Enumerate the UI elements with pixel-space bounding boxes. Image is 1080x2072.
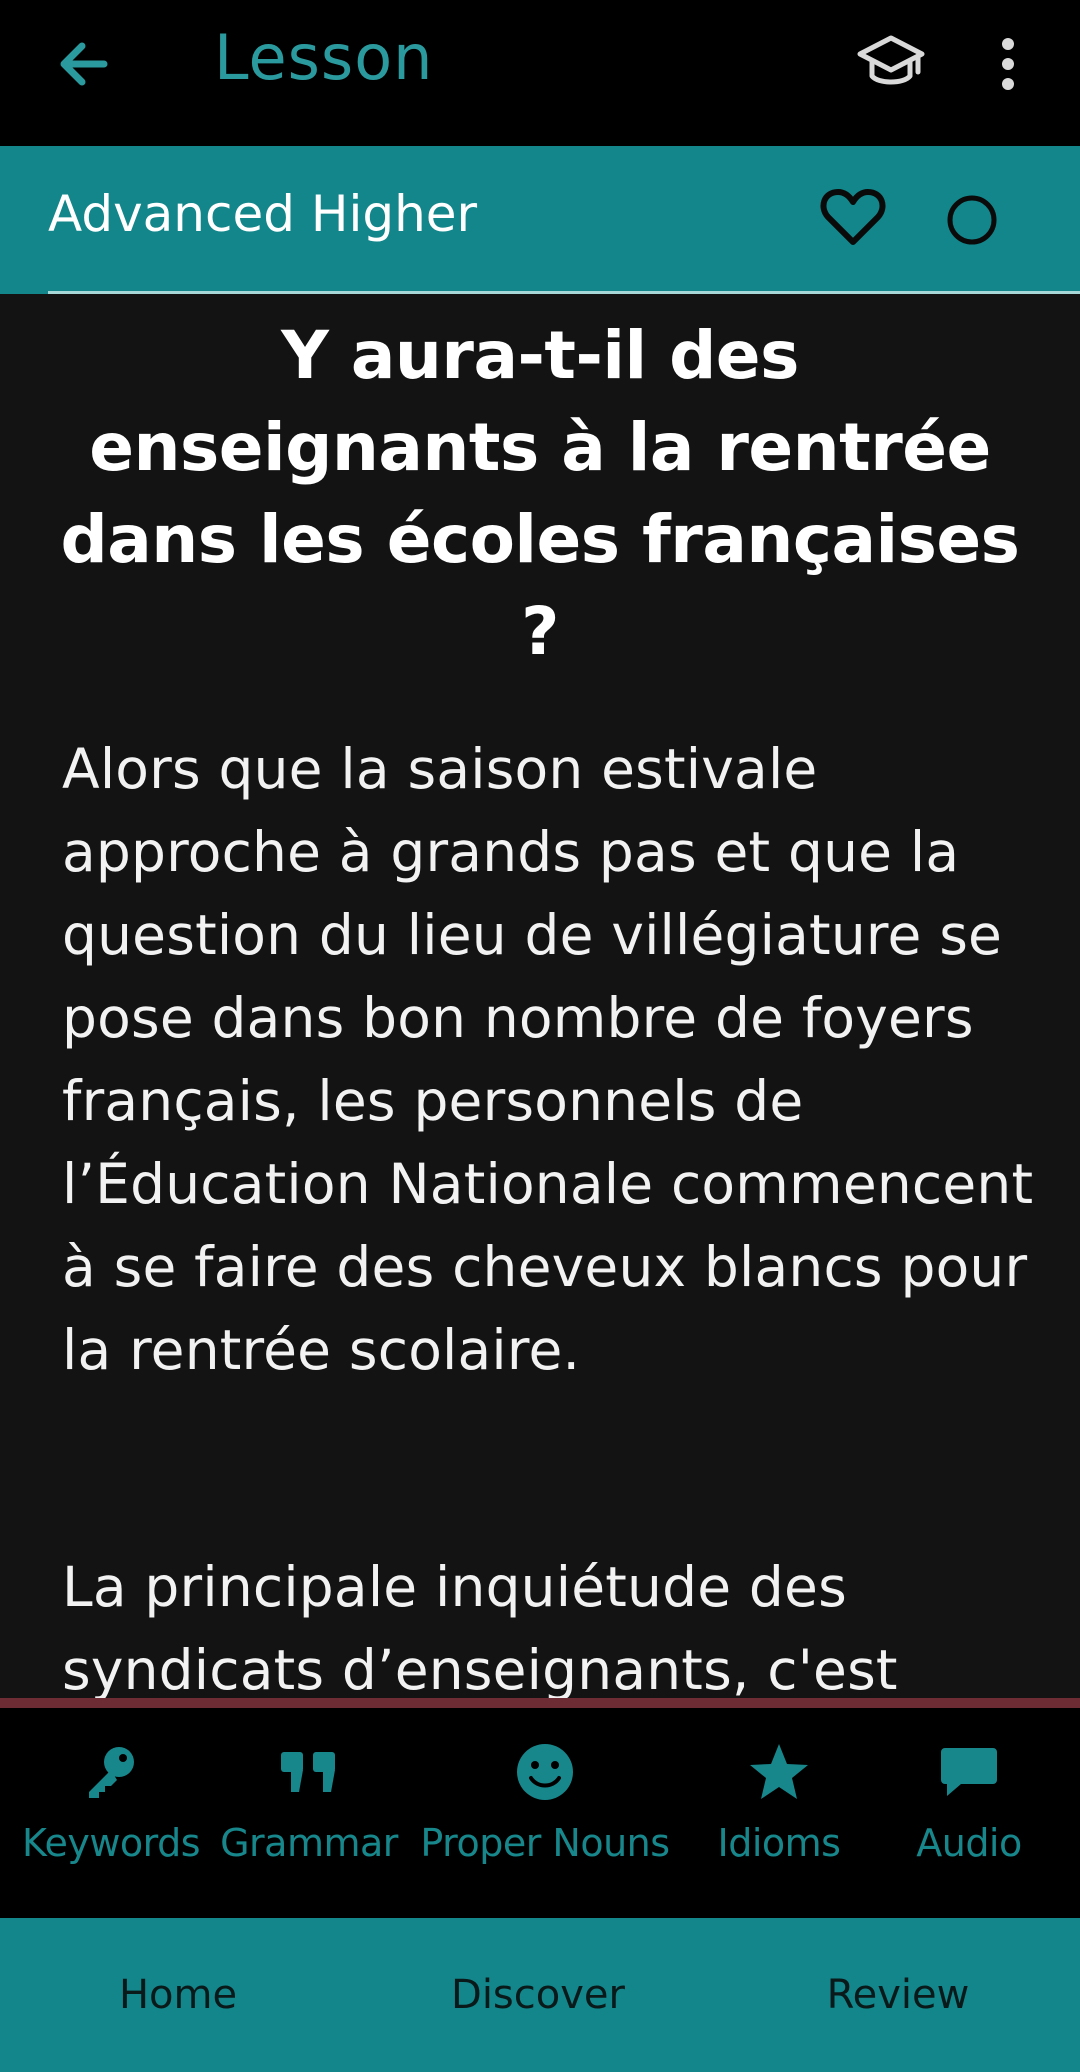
tool-label: Idioms	[717, 1821, 841, 1865]
key-icon	[89, 1747, 134, 1798]
chat-bubble-icon	[941, 1748, 997, 1796]
circle-icon[interactable]	[946, 194, 998, 246]
lesson-tools-bar: Keywords Grammar Proper Nouns Idioms Aud…	[0, 1708, 1080, 1918]
tool-label: Audio	[916, 1821, 1022, 1865]
lesson-header: Advanced Higher	[0, 146, 1080, 294]
tool-proper-nouns[interactable]: Proper Nouns	[404, 1708, 686, 1918]
tool-grammar[interactable]: Grammar	[206, 1708, 412, 1918]
lesson-level: Advanced Higher	[48, 185, 478, 243]
tool-idioms[interactable]: Idioms	[686, 1708, 872, 1918]
top-app-bar: Lesson	[0, 0, 1080, 146]
article-content[interactable]: Y aura-t-il des enseignants à la rentrée…	[0, 294, 1080, 1704]
quote-icon	[281, 1752, 335, 1792]
tool-keywords[interactable]: Keywords	[0, 1708, 222, 1918]
tool-audio[interactable]: Audio	[872, 1708, 1066, 1918]
article-paragraph: La principale inquiétude des syndicats d…	[62, 1555, 898, 1702]
heart-icon[interactable]	[820, 188, 886, 248]
smiley-icon	[517, 1744, 573, 1800]
tool-label: Grammar	[220, 1821, 398, 1865]
bottom-navigation: Home Discover Review	[0, 1918, 1080, 2072]
page-title: Lesson	[214, 21, 434, 94]
article-headline: Y aura-t-il des enseignants à la rentrée…	[60, 317, 1020, 670]
graduation-cap-icon[interactable]	[856, 30, 926, 94]
nav-discover[interactable]: Discover	[360, 1918, 716, 2072]
article-paragraph: Alors que la saison estivale approche à …	[62, 737, 1034, 1382]
back-arrow-icon[interactable]	[52, 34, 112, 94]
tool-label: Keywords	[21, 1821, 201, 1865]
nav-home[interactable]: Home	[0, 1918, 356, 2072]
nav-review[interactable]: Review	[720, 1918, 1076, 2072]
tools-divider	[0, 1698, 1080, 1708]
more-vertical-icon[interactable]	[990, 34, 1026, 94]
tool-label: Proper Nouns	[420, 1821, 670, 1865]
star-icon	[750, 1744, 808, 1799]
